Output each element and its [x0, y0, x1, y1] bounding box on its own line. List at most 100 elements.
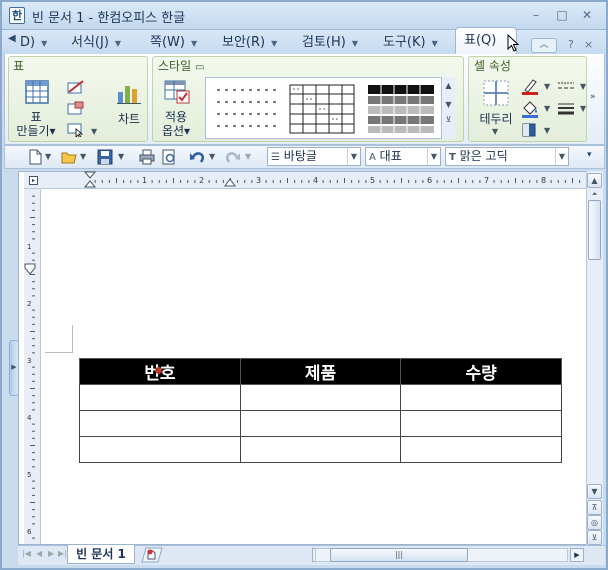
open-folder-icon[interactable]: [61, 149, 77, 165]
cell-shade-icon[interactable]: [521, 122, 537, 138]
tab-nav-next-icon[interactable]: ▶: [48, 549, 54, 558]
border-dropdown-icon[interactable]: ▼: [492, 127, 498, 136]
vertical-margin-marker-icon[interactable]: [24, 263, 36, 275]
table-draw-icon[interactable]: [67, 80, 85, 94]
tab-stop-marker-icon[interactable]: [224, 177, 236, 187]
language-dropdown-icon[interactable]: ▼: [427, 148, 440, 165]
tab-format[interactable]: 서식(J) ▼: [71, 33, 121, 52]
horizontal-scroll-thumb[interactable]: |||: [330, 548, 468, 562]
table-header-cell[interactable]: 수량: [400, 358, 562, 385]
font-name-combo[interactable]: T 맑은 고딕 ▼: [445, 147, 569, 166]
table-cell[interactable]: [79, 384, 241, 411]
table-select-dropdown-icon[interactable]: ▼: [91, 127, 97, 136]
gallery-scroll[interactable]: ▲ ▼ ⊻: [441, 77, 455, 139]
table-cell[interactable]: [239, 410, 402, 437]
undo-dropdown-icon[interactable]: ▼: [209, 152, 215, 161]
new-document-dropdown-icon[interactable]: ▼: [45, 152, 51, 161]
chart-icon[interactable]: [117, 82, 141, 104]
table-cell[interactable]: [79, 410, 241, 437]
gallery-down-icon[interactable]: ▼: [442, 100, 455, 109]
table-style-grid[interactable]: [289, 84, 355, 134]
document-table[interactable]: 번호 제품 수량: [79, 358, 562, 463]
page-select-icon[interactable]: ◎: [587, 515, 602, 530]
tab-view[interactable]: D) ▼: [20, 33, 47, 52]
new-tab-icon[interactable]: [140, 547, 164, 563]
paragraph-style-combo[interactable]: ☰ 바탕글 ▼: [267, 147, 361, 166]
vertical-scroll-thumb[interactable]: [588, 200, 601, 260]
paragraph-style-value: 바탕글: [283, 149, 317, 163]
new-document-icon[interactable]: [27, 149, 43, 165]
save-icon[interactable]: [97, 149, 113, 165]
ruler-corner-icon[interactable]: ▸: [29, 176, 38, 185]
paragraph-style-dropdown-icon[interactable]: ▼: [347, 148, 360, 165]
table-style-dark-header[interactable]: [367, 84, 435, 134]
table-cell[interactable]: [239, 384, 402, 411]
open-dropdown-icon[interactable]: ▼: [80, 152, 86, 161]
table-cell[interactable]: [400, 436, 562, 463]
line-width-dropdown-icon[interactable]: ▼: [580, 104, 586, 113]
table-cell[interactable]: [400, 410, 562, 437]
apply-options-icon[interactable]: [164, 80, 190, 104]
undo-icon[interactable]: [189, 149, 205, 165]
table-cell[interactable]: [400, 384, 562, 411]
page-prev-icon[interactable]: ⊼: [587, 500, 602, 515]
font-name-dropdown-icon[interactable]: ▼: [555, 148, 568, 165]
close-icon[interactable]: ✕: [580, 8, 594, 22]
hscroll-right-icon[interactable]: ▶: [570, 548, 584, 562]
menu-scroll-left-icon[interactable]: ◀: [8, 33, 16, 44]
line-width-icon[interactable]: [557, 102, 575, 116]
line-color-dropdown-icon[interactable]: ▼: [544, 82, 550, 91]
toolbar-more-icon[interactable]: ▾: [587, 150, 592, 160]
paragraph-style-icon: ☰: [271, 152, 280, 163]
table-select-icon[interactable]: [67, 123, 85, 137]
ribbon-collapse-icon[interactable]: ︿: [531, 38, 557, 53]
indent-marker-icon[interactable]: [84, 171, 96, 189]
tab-review[interactable]: 검토(H) ▼: [302, 33, 358, 52]
horizontal-ruler[interactable]: 1 2 3 4 5 6 7 8: [24, 172, 586, 189]
language-combo[interactable]: A 대표 ▼: [365, 147, 441, 166]
make-table-button[interactable]: 표 만들기▾: [14, 110, 58, 138]
table-header-cell[interactable]: 제품: [239, 358, 402, 385]
line-color-icon[interactable]: [521, 78, 541, 96]
table-cell[interactable]: [79, 436, 241, 463]
line-type-dropdown-icon[interactable]: ▼: [580, 82, 586, 91]
ribbon-more-icon[interactable]: »: [590, 92, 596, 102]
maximize-icon[interactable]: □: [555, 8, 569, 22]
scroll-down-icon[interactable]: ▼: [587, 484, 602, 499]
fill-color-icon[interactable]: [521, 100, 541, 118]
help-icon[interactable]: ?: [568, 38, 574, 51]
redo-icon[interactable]: [225, 149, 241, 165]
apply-options-button[interactable]: 적용 옵션▾: [158, 110, 194, 138]
border-button[interactable]: 테두리: [475, 110, 517, 127]
line-type-icon[interactable]: [557, 80, 575, 92]
tab-nav-prev-icon[interactable]: ◀: [36, 549, 42, 558]
table-cell[interactable]: [239, 436, 402, 463]
page-next-icon[interactable]: ⊻: [587, 530, 602, 545]
tab-security[interactable]: 보안(R) ▼: [222, 33, 277, 52]
document-tab[interactable]: 빈 문서 1: [67, 545, 135, 564]
redo-dropdown-icon[interactable]: ▼: [245, 152, 251, 161]
tab-page[interactable]: 쪽(W) ▼: [150, 33, 197, 52]
app-icon[interactable]: 한: [9, 7, 25, 24]
vertical-ruler[interactable]: 1234567: [24, 189, 41, 544]
table-erase-icon[interactable]: [67, 101, 85, 115]
save-dropdown-icon[interactable]: ▼: [118, 152, 124, 161]
print-preview-icon[interactable]: [161, 149, 177, 165]
tab-tools[interactable]: 도구(K) ▼: [383, 33, 438, 52]
cell-shade-dropdown-icon[interactable]: ▼: [544, 126, 550, 135]
chart-button[interactable]: 차트: [114, 110, 144, 127]
tab-nav-last-icon[interactable]: ▶|: [58, 549, 67, 558]
gallery-up-icon[interactable]: ▲: [442, 81, 455, 90]
fill-color-dropdown-icon[interactable]: ▼: [544, 104, 550, 113]
tab-nav-first-icon[interactable]: |◀: [22, 549, 31, 558]
ruler-number: 1: [27, 243, 31, 251]
table-style-dashed[interactable]: [215, 84, 279, 134]
print-icon[interactable]: [139, 149, 155, 165]
gallery-more-icon[interactable]: ⊻: [442, 115, 455, 124]
make-table-icon[interactable]: [25, 80, 49, 104]
ribbon-close-icon[interactable]: ×: [584, 38, 593, 51]
style-dialog-icon[interactable]: ▭: [195, 62, 204, 73]
minimize-icon[interactable]: –: [529, 8, 543, 22]
border-icon[interactable]: [483, 80, 509, 106]
scroll-up-icon[interactable]: ▲: [587, 173, 602, 188]
